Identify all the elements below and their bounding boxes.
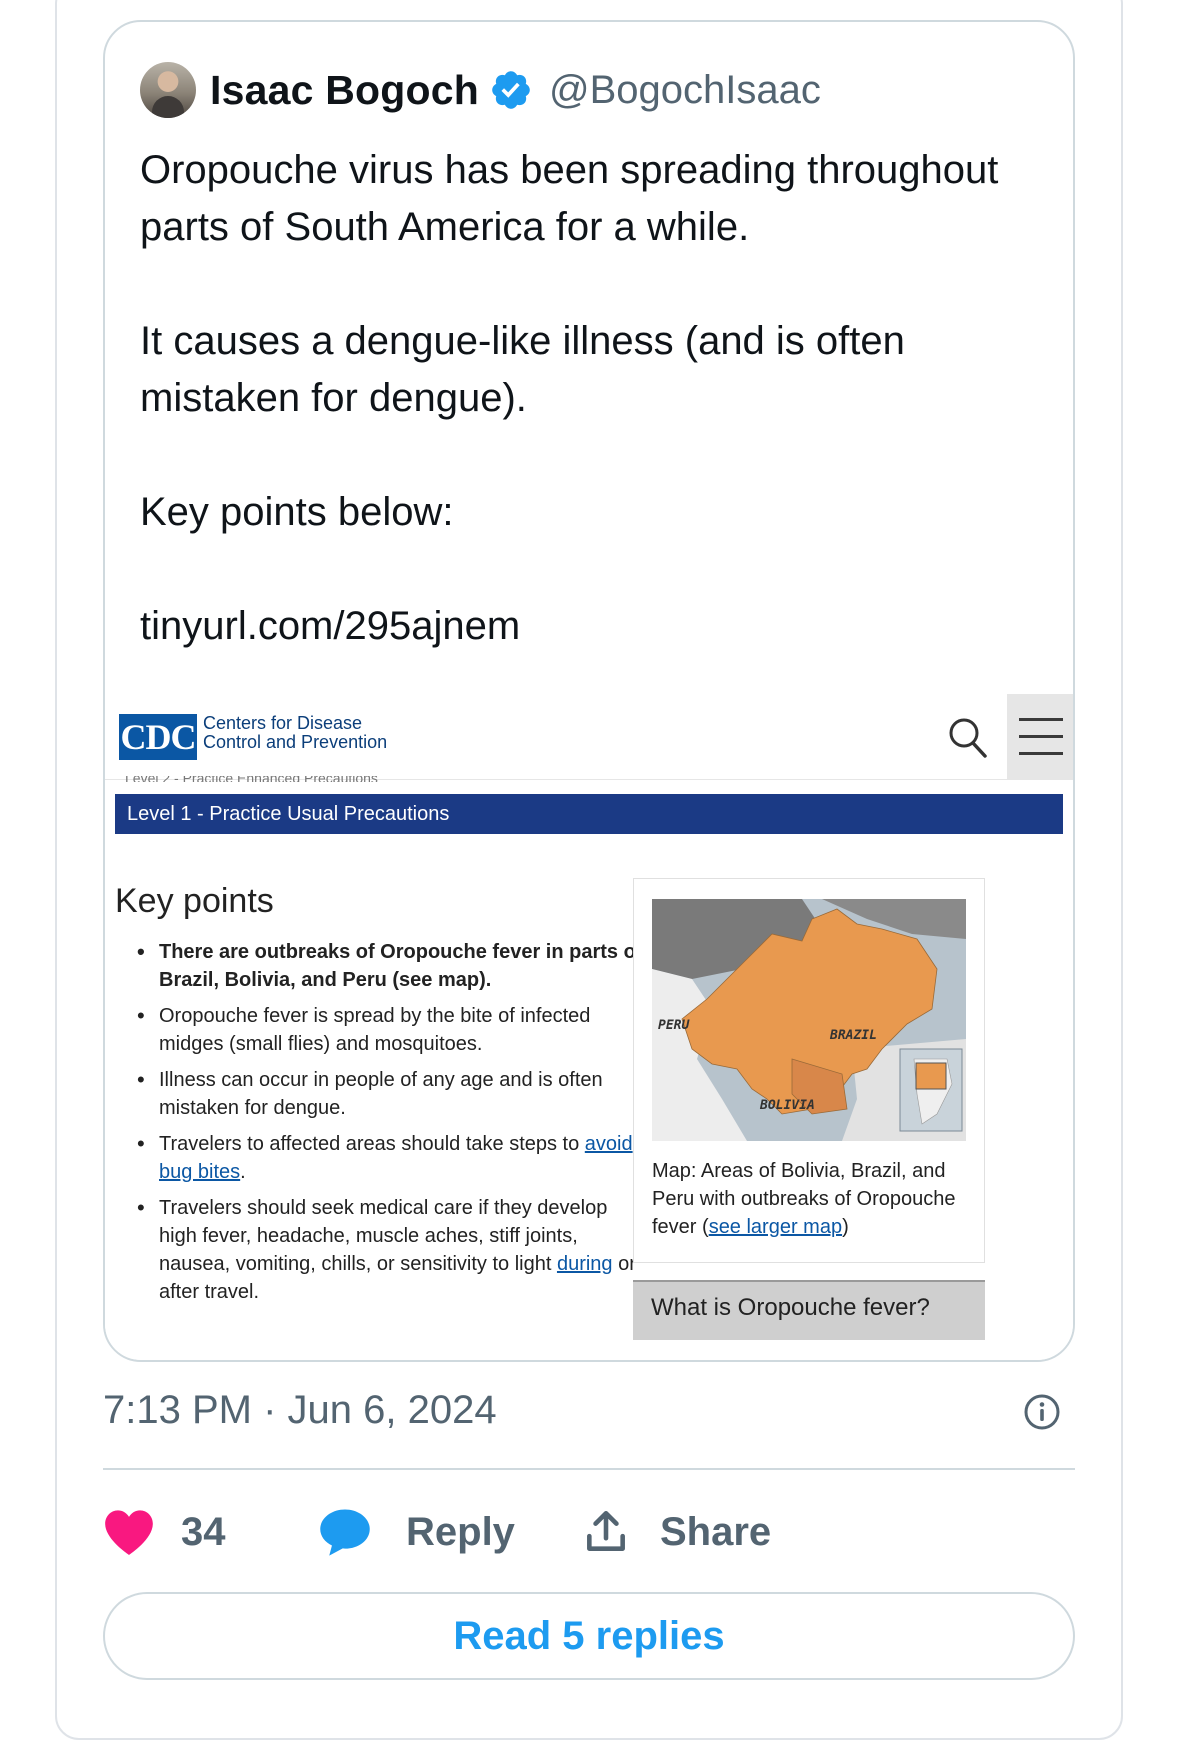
cdc-org-name: Centers for Disease Control and Preventi… (203, 713, 388, 752)
author-row[interactable]: Isaac Bogoch @BogochIsaac (140, 58, 821, 122)
verified-badge-icon (492, 71, 530, 109)
key-point: Oropouche fever is spread by the bite of… (137, 1002, 645, 1058)
divider (103, 1468, 1075, 1470)
share-label: Share (660, 1509, 772, 1554)
key-point: Travelers should seek medical care if th… (137, 1194, 645, 1306)
info-icon[interactable] (1022, 1392, 1062, 1432)
map-caption: Map: Areas of Bolivia, Brazil, and Peru … (652, 1160, 956, 1238)
search-icon (949, 718, 987, 758)
map-card: PERU BRAZIL BOLIVIA Map: Areas of Bolivi… (633, 878, 985, 1263)
key-points-list: There are outbreaks of Oropouche fever i… (137, 938, 645, 1314)
share-icon (587, 1510, 625, 1551)
during-link: during (556, 1253, 613, 1275)
heart-icon (105, 1510, 153, 1555)
avatar[interactable] (140, 62, 196, 118)
reply-label: Reply (406, 1509, 515, 1554)
map-label-peru: PERU (658, 1018, 690, 1033)
what-is-oropouche-accordion: What is Oropouche fever? (633, 1280, 985, 1340)
outbreak-map: PERU BRAZIL BOLIVIA (652, 899, 966, 1141)
clipped-level-text: Level 2 - Practice Enhanced Precautions (125, 776, 505, 782)
reply-button[interactable]: Reply (318, 1494, 515, 1570)
cdc-header: CDC Centers for Disease Control and Prev… (105, 672, 1073, 780)
like-count: 34 (181, 1509, 226, 1554)
map-label-brazil: BRAZIL (829, 1028, 877, 1043)
see-larger-map-link: see larger map (708, 1216, 843, 1238)
hamburger-menu-icon (1007, 694, 1073, 780)
key-points-title: Key points (115, 882, 274, 920)
tweet-text: Oropouche virus has been spreading throu… (140, 148, 999, 648)
share-button[interactable]: Share (580, 1494, 771, 1570)
key-point: There are outbreaks of Oropouche fever i… (137, 938, 645, 994)
read-replies-button[interactable]: Read 5 replies (103, 1592, 1075, 1680)
quoted-tweet[interactable]: Isaac Bogoch @BogochIsaac Oropouche viru… (103, 20, 1075, 1362)
reply-bubble-icon (320, 1509, 370, 1556)
key-point: Illness can occur in people of any age a… (137, 1066, 645, 1122)
author-handle[interactable]: @BogochIsaac (549, 68, 821, 113)
cdc-logo: CDC (119, 714, 197, 760)
key-point: Travelers to affected areas should take … (137, 1130, 645, 1186)
author-name[interactable]: Isaac Bogoch (210, 67, 479, 114)
timestamp[interactable]: 7:13 PM · Jun 6, 2024 (103, 1388, 497, 1433)
like-button[interactable]: 34 (103, 1494, 226, 1570)
map-label-bolivia: BOLIVIA (759, 1098, 815, 1113)
embedded-screenshot[interactable]: CDC Centers for Disease Control and Prev… (105, 672, 1073, 1360)
level-bar: Level 1 - Practice Usual Precautions (115, 794, 1063, 834)
